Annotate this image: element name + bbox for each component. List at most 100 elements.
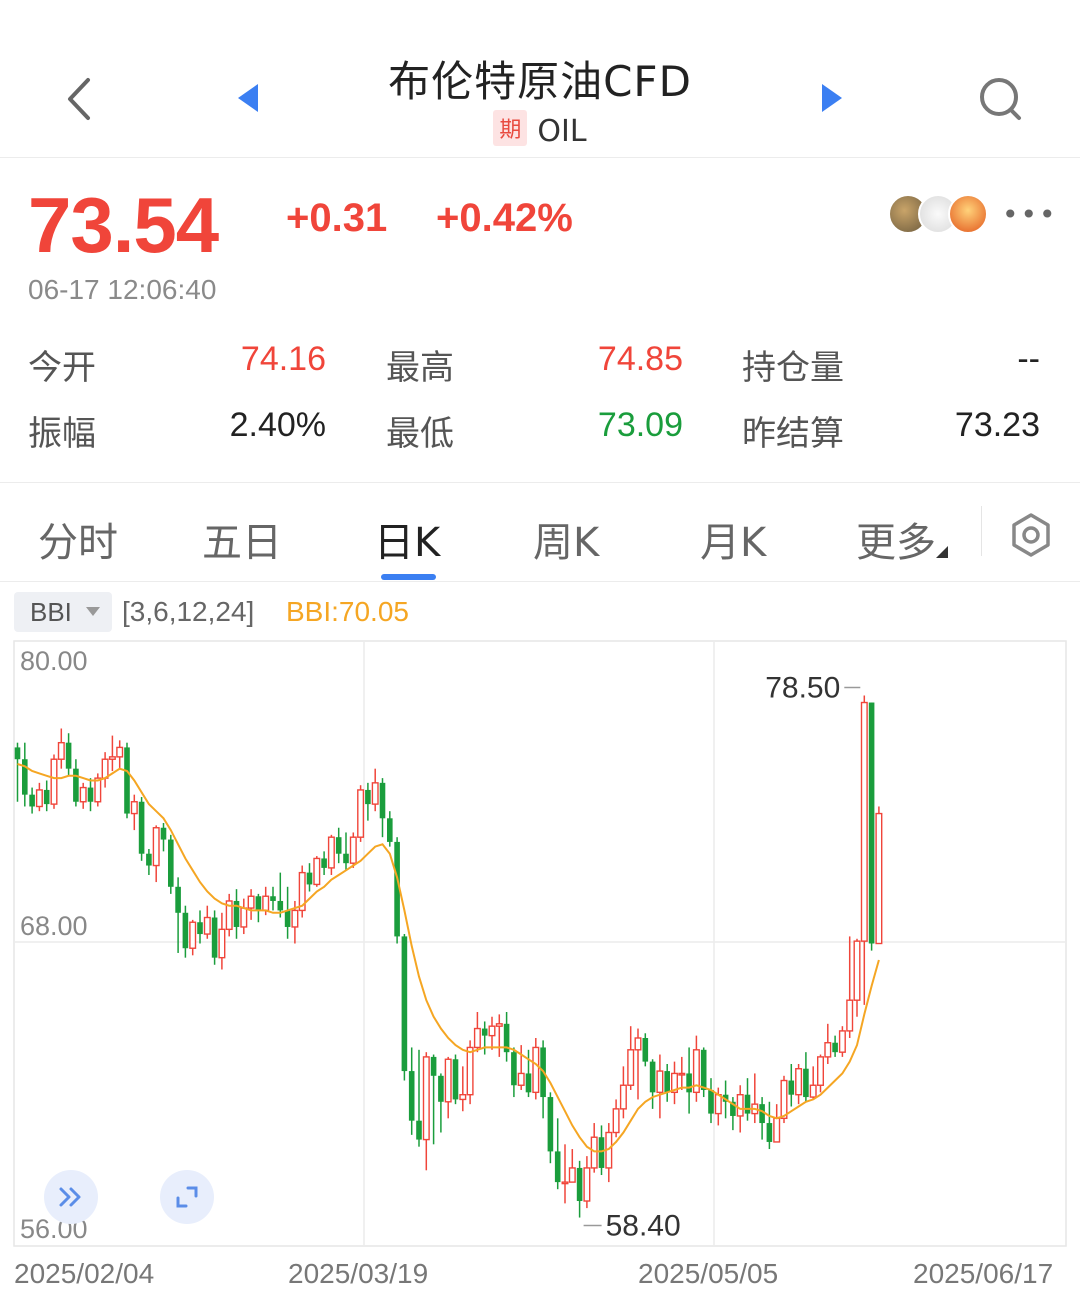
- min-price-label: 58.40: [606, 1210, 681, 1243]
- candle-down: [401, 936, 408, 1072]
- candle-down: [365, 789, 371, 805]
- prev-settle-label: 昨结算: [742, 414, 844, 454]
- candle-down: [766, 1123, 773, 1142]
- candle-down: [788, 1080, 795, 1095]
- x-axis-label: 2025/06/17: [913, 1258, 1054, 1289]
- indicator-select[interactable]: BBI: [14, 592, 112, 632]
- open-interest-label: 持仓量: [742, 348, 844, 388]
- candle-down: [547, 1097, 554, 1152]
- candle-up: [466, 1046, 474, 1096]
- candle-down: [598, 1137, 605, 1168]
- y-tick-label: 80.00: [20, 646, 88, 676]
- candle-up: [590, 1136, 598, 1169]
- candle-down: [160, 827, 167, 840]
- candle-up: [116, 746, 124, 758]
- candle-down: [481, 1028, 488, 1036]
- candle-down: [321, 858, 327, 868]
- price-change: +0.31: [286, 196, 388, 240]
- candle-down: [138, 801, 145, 854]
- candle-down: [554, 1151, 561, 1183]
- low-label: 最低: [386, 414, 454, 454]
- candle-up: [736, 1094, 744, 1117]
- top-nav-bar: 布伦特原油CFD 期 OIL: [0, 0, 1080, 158]
- candle-down: [124, 747, 130, 814]
- candle-up: [875, 812, 883, 945]
- chart-settings-icon[interactable]: [1006, 510, 1056, 560]
- high-label: 最高: [386, 348, 454, 388]
- candle-up: [488, 1025, 496, 1037]
- indicator-name: BBI: [30, 597, 72, 627]
- active-tab-indicator: [381, 574, 436, 580]
- expand-chart-button[interactable]: [44, 1170, 98, 1224]
- candle-up: [795, 1068, 803, 1096]
- candle-down: [335, 837, 342, 854]
- indicator-params: [3,6,12,24]: [122, 596, 255, 627]
- candle-down: [700, 1049, 707, 1090]
- candle-down: [73, 768, 79, 802]
- corner-triangle-icon: [936, 546, 948, 558]
- candle-up: [561, 1181, 569, 1185]
- candle-up: [612, 1108, 620, 1134]
- price-change-percent: +0.42%: [436, 196, 573, 240]
- candle-down: [277, 900, 284, 911]
- candle-up: [422, 1056, 430, 1141]
- kline-chart[interactable]: 80.00 68.00 56.00 78.50 58.40 2025/02/04…: [0, 640, 1080, 1302]
- candle-down: [452, 1059, 459, 1100]
- candle-up: [619, 1084, 627, 1110]
- candle-down: [270, 896, 276, 901]
- candle-up: [809, 1084, 817, 1098]
- candle-up: [846, 999, 854, 1032]
- candle-up: [824, 1042, 832, 1058]
- tab-intraday[interactable]: 分时: [38, 510, 118, 568]
- candle-down: [744, 1094, 751, 1114]
- candle-up: [50, 758, 58, 805]
- tab-five-day[interactable]: 五日: [202, 510, 282, 568]
- candle-down: [146, 853, 152, 866]
- low-value: 73.09: [597, 406, 683, 444]
- candle-down: [211, 917, 218, 958]
- candle-down: [803, 1068, 809, 1098]
- candle-down: [168, 839, 174, 887]
- candle-up: [583, 1167, 591, 1202]
- tab-monthly-k[interactable]: 月K: [700, 510, 766, 568]
- candle-up: [495, 1023, 503, 1027]
- candle-down: [408, 1071, 415, 1121]
- x-axis-label: 2025/05/05: [638, 1258, 779, 1289]
- tab-more[interactable]: 更多: [856, 510, 948, 568]
- candle-up: [79, 786, 87, 803]
- candle-up: [860, 701, 868, 942]
- candle-up: [94, 777, 102, 803]
- candle-down: [175, 886, 181, 913]
- candle-down: [306, 872, 313, 885]
- fullscreen-button[interactable]: [160, 1170, 214, 1224]
- candle-up: [634, 1037, 642, 1051]
- candle-up: [459, 1094, 467, 1101]
- candle-down: [708, 1089, 714, 1114]
- amplitude-value: 2.40%: [229, 406, 326, 444]
- x-axis-label: 2025/02/04: [14, 1258, 155, 1289]
- quote-timestamp: 06-17 12:06:40: [28, 274, 217, 305]
- more-dots-icon[interactable]: •••: [1002, 198, 1058, 231]
- tab-weekly-k[interactable]: 周K: [533, 510, 599, 568]
- candle-down: [430, 1056, 437, 1076]
- candle-up: [568, 1167, 576, 1183]
- candle-up: [371, 782, 379, 805]
- fullscreen-icon: [176, 1186, 198, 1208]
- candle-down: [832, 1042, 838, 1053]
- candle-up: [656, 1070, 664, 1094]
- tab-daily-k[interactable]: 日K: [374, 510, 440, 568]
- search-icon[interactable]: [972, 70, 1030, 128]
- kline-svg[interactable]: 80.00 68.00 56.00 78.50 58.40: [0, 640, 1080, 1250]
- y-tick-label: 68.00: [20, 911, 88, 941]
- candle-down: [43, 789, 50, 805]
- candle-up: [291, 909, 299, 928]
- candle-up: [444, 1058, 452, 1103]
- candle-down: [576, 1167, 583, 1202]
- candle-up: [108, 756, 116, 760]
- amplitude-label: 振幅: [28, 414, 96, 454]
- candle-down: [525, 1073, 532, 1093]
- candle-up: [714, 1094, 722, 1115]
- max-price-label: 78.50: [765, 671, 840, 704]
- candle-up: [817, 1056, 825, 1086]
- next-instrument-icon[interactable]: [812, 78, 852, 118]
